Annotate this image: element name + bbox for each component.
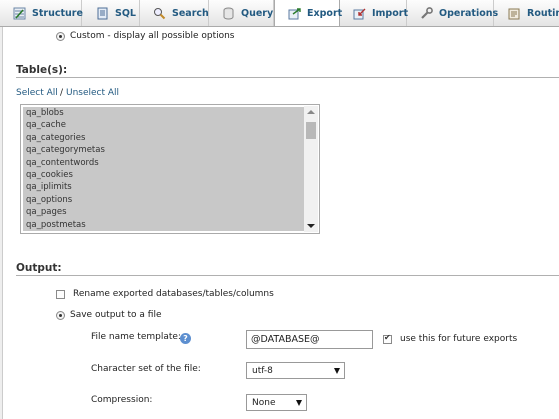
tab-label: Search <box>172 7 209 19</box>
import-icon <box>353 6 366 20</box>
tab-export[interactable]: Export <box>274 0 343 26</box>
list-scrollbar[interactable] <box>304 106 318 232</box>
tab-structure[interactable]: Structure <box>0 0 83 26</box>
compression-select[interactable]: None <box>246 394 307 411</box>
search-icon <box>153 6 166 20</box>
tables-select-list[interactable]: qa_blobs qa_cache qa_categories qa_categ… <box>20 104 320 234</box>
tab-query[interactable]: Query <box>209 0 274 26</box>
table-option[interactable]: qa_iplimits <box>23 181 304 193</box>
tables-options: qa_blobs qa_cache qa_categories qa_categ… <box>23 107 304 231</box>
table-option[interactable]: qa_postmetas <box>23 219 304 231</box>
table-option[interactable]: qa_categorymetas <box>23 144 304 156</box>
tab-label: Import <box>372 7 408 19</box>
file-name-template-input[interactable]: @DATABASE@ <box>246 330 373 349</box>
table-option[interactable]: qa_pages <box>23 206 304 218</box>
charset-select[interactable]: utf-8 <box>246 362 345 379</box>
file-name-template-label: File name template: <box>91 332 181 342</box>
tab-label: Structure <box>32 7 83 19</box>
help-icon[interactable]: ? <box>180 333 191 344</box>
scroll-down-icon[interactable] <box>307 224 315 228</box>
rename-checkbox[interactable] <box>56 290 65 299</box>
tab-label: Operations <box>439 7 499 19</box>
structure-icon <box>13 6 26 20</box>
query-icon <box>222 6 235 20</box>
tab-operations[interactable]: Operations <box>407 0 498 26</box>
output-heading: Output: <box>16 262 62 274</box>
custom-format-label: Custom - display all possible options <box>70 31 235 41</box>
table-option[interactable]: qa_cache <box>23 119 304 131</box>
save-to-file-label: Save output to a file <box>70 310 162 320</box>
tab-routines[interactable]: Routine <box>494 0 559 26</box>
future-exports-checkbox[interactable] <box>383 333 392 344</box>
tab-label: SQL <box>115 7 136 19</box>
charset-value: utf-8 <box>252 365 273 376</box>
tab-import[interactable]: Import <box>340 0 408 26</box>
compression-label: Compression: <box>91 395 153 405</box>
rename-label: Rename exported databases/tables/columns <box>73 289 274 299</box>
wrench-icon <box>420 6 433 20</box>
link-separator: / <box>60 88 64 98</box>
tab-search[interactable]: Search <box>140 0 209 26</box>
routines-icon <box>507 6 521 20</box>
tables-divider <box>16 77 559 78</box>
chevron-down-icon <box>296 400 302 406</box>
charset-label: Character set of the file: <box>91 364 201 374</box>
table-option[interactable]: qa_options <box>23 194 304 206</box>
future-exports-label: use this for future exports <box>400 334 518 344</box>
output-divider <box>16 275 559 276</box>
tab-label: Export <box>307 8 343 19</box>
tab-sql[interactable]: SQL <box>82 0 140 26</box>
select-all-link[interactable]: Select All <box>16 88 58 98</box>
tab-label: Query <box>241 7 274 19</box>
tables-heading: Table(s): <box>16 64 68 76</box>
left-frame-edge <box>0 27 3 419</box>
table-option[interactable]: qa_cookies <box>23 169 304 181</box>
export-icon <box>288 7 301 21</box>
sql-icon <box>95 6 109 20</box>
save-to-file-radio[interactable] <box>56 311 65 320</box>
tab-bar: Structure SQL Search Query Export Import <box>0 0 559 27</box>
tab-label: Routine <box>527 7 559 19</box>
scroll-thumb[interactable] <box>306 122 316 139</box>
table-option[interactable]: qa_contentwords <box>23 157 304 169</box>
scroll-up-icon[interactable] <box>307 110 315 114</box>
table-option[interactable]: qa_categories <box>23 132 304 144</box>
table-option[interactable]: qa_blobs <box>23 107 304 119</box>
chevron-down-icon <box>334 368 340 374</box>
unselect-all-link[interactable]: Unselect All <box>66 88 119 98</box>
custom-format-radio[interactable] <box>56 32 65 41</box>
compression-value: None <box>252 397 276 408</box>
